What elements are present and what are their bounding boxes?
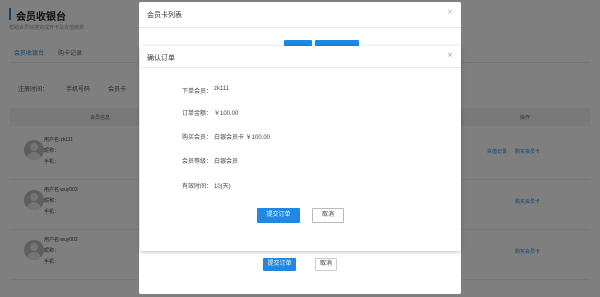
field-value: zk111 [214, 86, 230, 92]
field-value: 白银会员卡 ￥100.00 [214, 135, 271, 141]
cancel-button[interactable]: 取消 [315, 258, 337, 271]
field-label: 下单会员： [181, 89, 212, 95]
close-icon[interactable]: × [447, 8, 453, 18]
field-label: 订单金额： [181, 111, 212, 117]
order-amount-field: 订单金额： ￥100.00 [150, 108, 238, 118]
submit-order-button[interactable]: 提交订单 [263, 258, 296, 271]
dialog-header: 会员卡列表 × [139, 2, 461, 28]
confirm-order-dialog: 确认订单 × 下单会员： zk111 订单金额： ￥100.00 购买会员： 白… [140, 46, 461, 251]
cancel-button[interactable]: 取消 [312, 208, 344, 223]
field-label: 购买会员： [181, 135, 212, 141]
dialog-title: 确认订单 [147, 55, 175, 62]
member-level-field: 会员等级： 白银会员 [150, 156, 238, 166]
valid-time-field: 有效时间： 10(天) [150, 181, 231, 191]
order-member-field: 下单会员： zk111 [150, 86, 229, 96]
field-label: 有效时间： [181, 184, 212, 190]
close-icon[interactable]: × [447, 51, 453, 61]
field-value: ￥100.00 [214, 111, 239, 117]
dialog-header: 确认订单 × [140, 46, 461, 68]
field-label: 会员等级： [181, 159, 212, 165]
dialog-title: 会员卡列表 [147, 12, 182, 19]
purchase-card-field: 购买会员： 白银会员卡 ￥100.00 [150, 132, 270, 142]
field-value: 白银会员 [214, 159, 239, 165]
field-value: 10(天) [214, 184, 231, 190]
submit-order-button[interactable]: 提交订单 [257, 208, 300, 223]
